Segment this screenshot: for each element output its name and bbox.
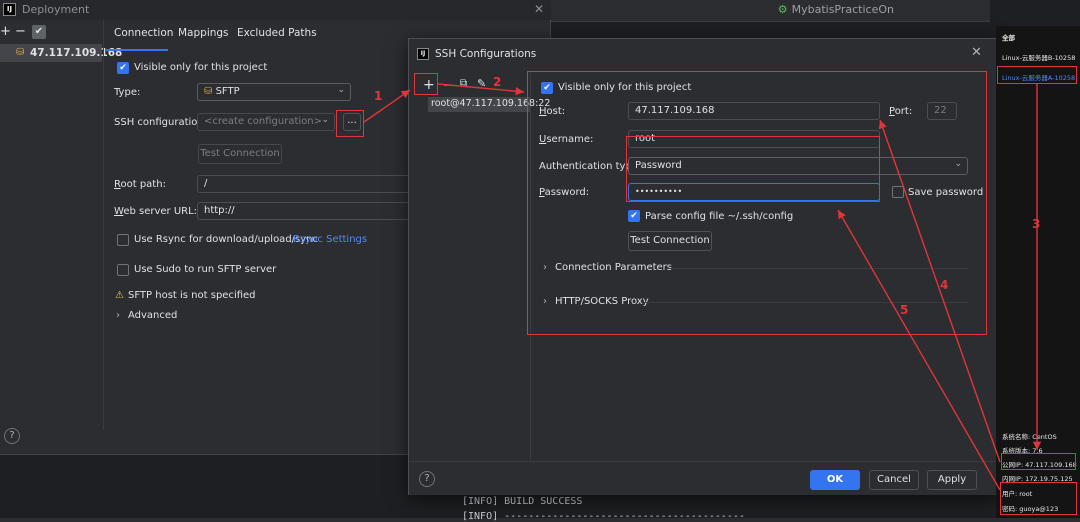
default-server-icon[interactable]: ✔ [32,25,46,39]
build-console: [INFO] BUILD SUCCESS [INFO] ------------… [452,492,992,522]
console-line: [INFO] BUILD SUCCESS [462,496,583,507]
deployment-close-icon[interactable]: ✕ [534,2,544,16]
tab-mappings[interactable]: Mappings [178,27,229,49]
visible-only-label: Visible only for this project [134,62,268,73]
type-select[interactable]: ⛁ SFTP ⌄ [197,83,351,101]
ssh-dialog-footer: ? OK Cancel Apply [409,461,997,495]
sftp-server-icon: ⛁ [16,47,25,58]
deployment-title: Deployment [22,3,90,16]
annotation-box [1001,453,1076,470]
annotation-number: 1 [374,89,383,103]
rsync-label: Use Rsync for download/upload/sync [134,234,318,245]
apply-button[interactable]: Apply [927,470,977,490]
sudo-checkbox[interactable] [117,264,129,276]
add-server-icon[interactable]: + [0,24,11,40]
annotation-box [626,136,880,202]
chevron-down-icon: ⌄ [337,85,345,95]
tab-excluded-paths[interactable]: Excluded Paths [237,27,317,49]
ssh-config-select[interactable]: <create configuration> ⌄ [197,113,335,131]
help-icon[interactable]: ? [4,428,20,444]
server-info-card: 全部 Linux-云服务器B-10258 Linux-云服务器A-10258 系… [996,26,1080,518]
web-server-label: Web server URL: [114,206,198,217]
project-switcher[interactable]: ⚙ MybatisPracticeOn [778,3,894,16]
console-line: [INFO] ---------------------------------… [462,511,745,522]
warning-icon: ⚠ [115,290,124,301]
annotation-number: 2 [493,75,502,89]
card-header: 全部 [1002,34,1015,42]
annotation-number: 4 [940,278,949,292]
deployment-toolbar: + − ✔ [0,24,100,42]
tab-connection[interactable]: Connection [114,27,173,49]
annotation-box [997,66,1077,84]
sftp-icon: ⛁ [204,86,216,97]
copy-config-icon[interactable]: ⧉ [460,78,467,89]
ide-header: ⚙ MybatisPracticeOn [550,0,990,22]
root-path-input[interactable]: / [197,175,412,193]
intellij-logo-icon: IJ [3,3,16,16]
intellij-logo-icon: IJ [417,48,429,60]
chevron-right-icon: › [116,310,120,321]
ssh-dialog-title: SSH Configurations [435,48,537,60]
visible-only-checkbox[interactable]: ✔ [117,62,129,74]
os-name: 系统名称: CentOS [1002,433,1057,441]
annotation-box [336,110,364,137]
remove-server-icon[interactable]: − [15,24,26,40]
advanced-toggle[interactable]: Advanced [128,310,177,321]
ssh-config-list-item[interactable]: root@47.117.109.168:22 [428,97,550,112]
annotation-box [414,73,438,95]
ssh-config-label: SSH configuration: [114,117,208,128]
edit-config-icon[interactable]: ✎ [477,77,486,90]
rsync-checkbox[interactable] [117,234,129,246]
ok-button[interactable]: OK [810,470,860,490]
remove-config-icon[interactable]: − [443,78,453,92]
ssh-close-icon[interactable]: ✕ [971,45,982,60]
root-path-label: Root path: [114,179,166,190]
sudo-label: Use Sudo to run SFTP server [134,264,277,275]
annotation-number: 3 [1032,217,1041,231]
test-connection-button[interactable]: Test Connection [198,144,282,164]
warning-text: SFTP host is not specified [128,290,256,301]
cancel-button[interactable]: Cancel [869,470,919,490]
help-icon[interactable]: ? [419,471,435,487]
project-icon: ⚙ [777,3,788,16]
annotation-number: 5 [900,303,909,317]
annotation-box [527,71,987,335]
web-server-url-input[interactable]: http:// [197,202,412,220]
panel-divider [103,20,104,430]
server-item[interactable]: Linux-云服务器B-10258 [1002,52,1075,62]
rsync-settings-link[interactable]: Rsync Settings [293,234,367,245]
server-list-item[interactable]: ⛁ 47.117.109.168 [0,44,122,62]
chevron-down-icon: ⌄ [321,115,329,125]
ssh-config-list-panel: + − ⧉ ✎ [409,73,531,482]
active-tab-indicator [106,49,168,51]
deployment-titlebar: IJ Deployment ✕ [0,0,551,20]
type-label: Type: [114,87,141,98]
annotation-box [1000,482,1077,515]
